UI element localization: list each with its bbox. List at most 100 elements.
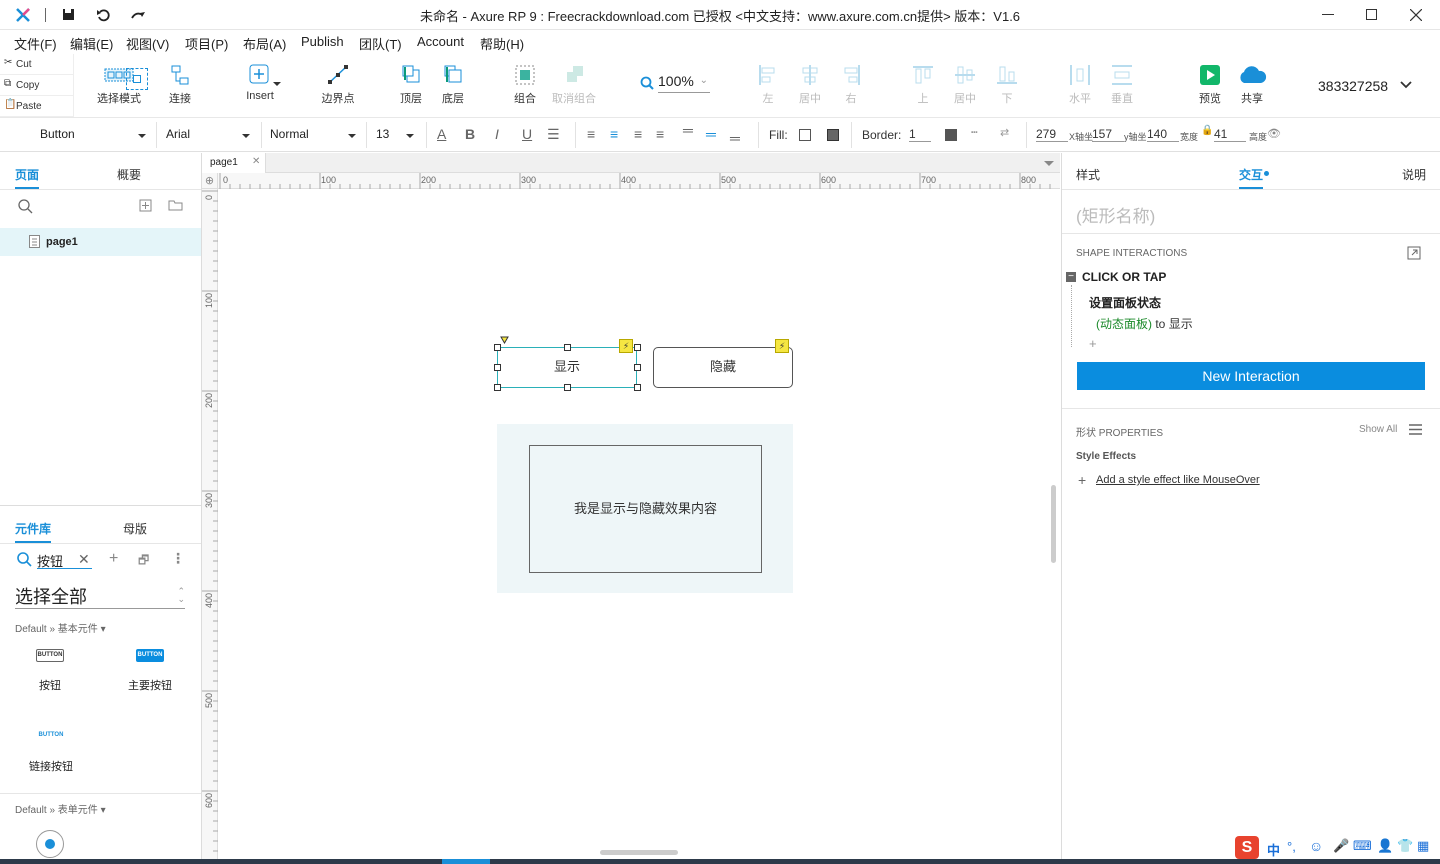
align-right-button[interactable]: 右 bbox=[838, 64, 864, 106]
menu-project[interactable]: 项目(P) bbox=[185, 34, 228, 53]
resize-handle[interactable] bbox=[494, 344, 501, 351]
font-color-icon[interactable]: A bbox=[437, 126, 446, 142]
menu-account[interactable]: Account bbox=[417, 34, 464, 49]
ime-tools-icon[interactable]: ▦ bbox=[1417, 838, 1429, 854]
tab-notes[interactable]: 说明 bbox=[1402, 166, 1426, 183]
y-input[interactable]: 157 bbox=[1092, 127, 1124, 142]
show-button-widget[interactable]: 显示 bbox=[497, 347, 637, 388]
valign-top-icon[interactable]: ═ bbox=[683, 122, 693, 138]
paste-button[interactable]: 📋 Paste bbox=[0, 96, 74, 117]
tab-outline[interactable]: 概要 bbox=[117, 166, 141, 183]
ime-emoji-icon[interactable]: ☺ bbox=[1309, 838, 1323, 854]
font-size-select[interactable]: 13 bbox=[376, 124, 420, 146]
action-set-panel-state[interactable]: 设置面板状态 bbox=[1089, 294, 1161, 311]
horizontal-scrollbar[interactable] bbox=[600, 850, 678, 855]
hide-button-widget[interactable]: 隐藏 bbox=[653, 347, 793, 388]
ime-punct-icon[interactable]: °, bbox=[1287, 839, 1296, 854]
font-family-select[interactable]: Arial bbox=[166, 124, 256, 146]
hamburger-menu-icon[interactable] bbox=[1409, 424, 1422, 435]
shadow-swatch[interactable] bbox=[827, 129, 839, 141]
collapse-icon[interactable]: − bbox=[1066, 272, 1076, 282]
account-chevron-down-icon[interactable] bbox=[1400, 81, 1412, 89]
menu-team[interactable]: 团队(T) bbox=[359, 34, 402, 53]
lock-aspect-icon[interactable]: 🔒 bbox=[1201, 125, 1213, 136]
align-text-right-icon[interactable]: ≡ bbox=[634, 126, 642, 142]
share-button[interactable]: 共享 bbox=[1234, 64, 1270, 106]
height-input[interactable]: 41 bbox=[1214, 127, 1246, 142]
preview-button[interactable]: 预览 bbox=[1195, 64, 1225, 106]
bring-to-top-button[interactable]: 顶层 bbox=[396, 64, 426, 106]
widget-primary-button[interactable]: BUTTON 主要按钮 bbox=[120, 649, 180, 693]
widget-radio[interactable] bbox=[36, 830, 64, 858]
canvas-tab[interactable]: page1 ✕ bbox=[202, 153, 266, 173]
align-top-button[interactable]: 上 bbox=[910, 64, 936, 106]
menu-layout[interactable]: 布局(A) bbox=[243, 34, 286, 53]
italic-icon[interactable]: I bbox=[495, 126, 499, 142]
add-style-effect-link[interactable]: Add a style effect like MouseOver bbox=[1096, 474, 1260, 486]
dynamic-panel[interactable]: 我是显示与隐藏效果内容 bbox=[497, 424, 793, 593]
clear-search-icon[interactable]: ✕ bbox=[78, 551, 90, 568]
menu-edit[interactable]: 编辑(E) bbox=[70, 34, 113, 53]
lightning-icon[interactable]: ⚡ bbox=[775, 339, 789, 353]
add-folder-icon[interactable] bbox=[168, 199, 183, 211]
restore-icon[interactable] bbox=[1366, 9, 1377, 20]
add-library-icon[interactable]: + bbox=[109, 550, 118, 568]
resize-handle[interactable] bbox=[494, 364, 501, 371]
add-effect-icon[interactable]: + bbox=[1078, 472, 1086, 488]
bullet-list-icon[interactable]: ☰ bbox=[547, 126, 560, 143]
lightning-icon[interactable]: ⚡ bbox=[619, 339, 633, 353]
align-middle-button[interactable]: 居中 bbox=[951, 64, 979, 106]
border-width-input[interactable]: 1 bbox=[909, 127, 931, 142]
minimize-icon[interactable] bbox=[1322, 14, 1334, 15]
connect-button[interactable]: 连接 bbox=[160, 64, 200, 106]
event-click-or-tap[interactable]: CLICK OR TAP bbox=[1082, 270, 1166, 284]
library-select[interactable]: 选择全部 ⌃ ⌄ bbox=[15, 583, 185, 609]
resize-handle[interactable] bbox=[634, 364, 641, 371]
align-center-button[interactable]: 居中 bbox=[796, 64, 824, 106]
corner-radius-handle-icon[interactable] bbox=[500, 336, 509, 344]
valign-middle-icon[interactable]: ═ bbox=[706, 126, 716, 142]
ime-user-icon[interactable]: 👤 bbox=[1377, 838, 1393, 854]
x-input[interactable]: 279 bbox=[1036, 127, 1068, 142]
resize-handle[interactable] bbox=[634, 384, 641, 391]
menu-view[interactable]: 视图(V) bbox=[126, 34, 169, 53]
widget-link-button[interactable]: BUTTON 链接按钮 bbox=[21, 729, 81, 774]
arrow-style-icon[interactable]: ⇄ bbox=[1000, 126, 1009, 139]
widget-button[interactable]: BUTTON 按钮 bbox=[25, 649, 75, 693]
distribute-vertical-button[interactable]: 垂直 bbox=[1108, 64, 1136, 106]
align-text-justify-icon[interactable]: ≡ bbox=[656, 126, 664, 142]
ruler-origin-icon[interactable]: ⊕ bbox=[202, 173, 218, 189]
align-text-center-icon[interactable]: ≡ bbox=[610, 126, 618, 142]
menu-file[interactable]: 文件(F) bbox=[14, 34, 57, 53]
tab-style[interactable]: 样式 bbox=[1076, 166, 1100, 183]
font-weight-select[interactable]: Normal bbox=[270, 124, 362, 146]
widget-name-input[interactable]: (矩形名称) bbox=[1076, 202, 1155, 227]
interaction-popout-icon[interactable] bbox=[1407, 246, 1421, 260]
border-color-swatch[interactable] bbox=[945, 129, 957, 141]
align-bottom-button[interactable]: 下 bbox=[994, 64, 1020, 106]
sogou-logo-icon[interactable]: S bbox=[1235, 836, 1259, 859]
resize-handle[interactable] bbox=[564, 384, 571, 391]
widget-style-select[interactable]: Button bbox=[40, 124, 152, 146]
action-detail[interactable]: (动态面板) to 显示 bbox=[1096, 315, 1193, 332]
tab-overflow-icon[interactable] bbox=[1044, 161, 1054, 171]
group-button[interactable]: 组合 bbox=[510, 64, 540, 106]
ungroup-button[interactable]: 取消组合 bbox=[550, 64, 598, 106]
library-window-icon[interactable]: 🗗 bbox=[138, 551, 149, 572]
menu-publish[interactable]: Publish bbox=[301, 34, 344, 49]
add-action-icon[interactable]: + bbox=[1089, 336, 1097, 351]
insert-dropdown-icon[interactable] bbox=[273, 82, 281, 90]
resize-handle[interactable] bbox=[634, 344, 641, 351]
select-contained-icon[interactable] bbox=[126, 68, 148, 90]
zoom-select[interactable]: 100% ⌄ bbox=[658, 73, 710, 93]
section-basic-widgets[interactable]: Default » 基本元件 ▾ bbox=[15, 620, 106, 635]
close-tab-icon[interactable]: ✕ bbox=[252, 156, 260, 167]
more-options-icon[interactable]: ⋮ bbox=[171, 550, 185, 567]
add-page-icon[interactable] bbox=[139, 199, 152, 212]
width-input[interactable]: 140 bbox=[1147, 127, 1179, 142]
page-item-selected[interactable]: page1 bbox=[0, 228, 201, 256]
align-left-button[interactable]: 左 bbox=[755, 64, 781, 106]
align-text-left-icon[interactable]: ≡ bbox=[587, 126, 595, 142]
tab-masters[interactable]: 母版 bbox=[123, 520, 147, 537]
distribute-horizontal-button[interactable]: 水平 bbox=[1066, 64, 1094, 106]
